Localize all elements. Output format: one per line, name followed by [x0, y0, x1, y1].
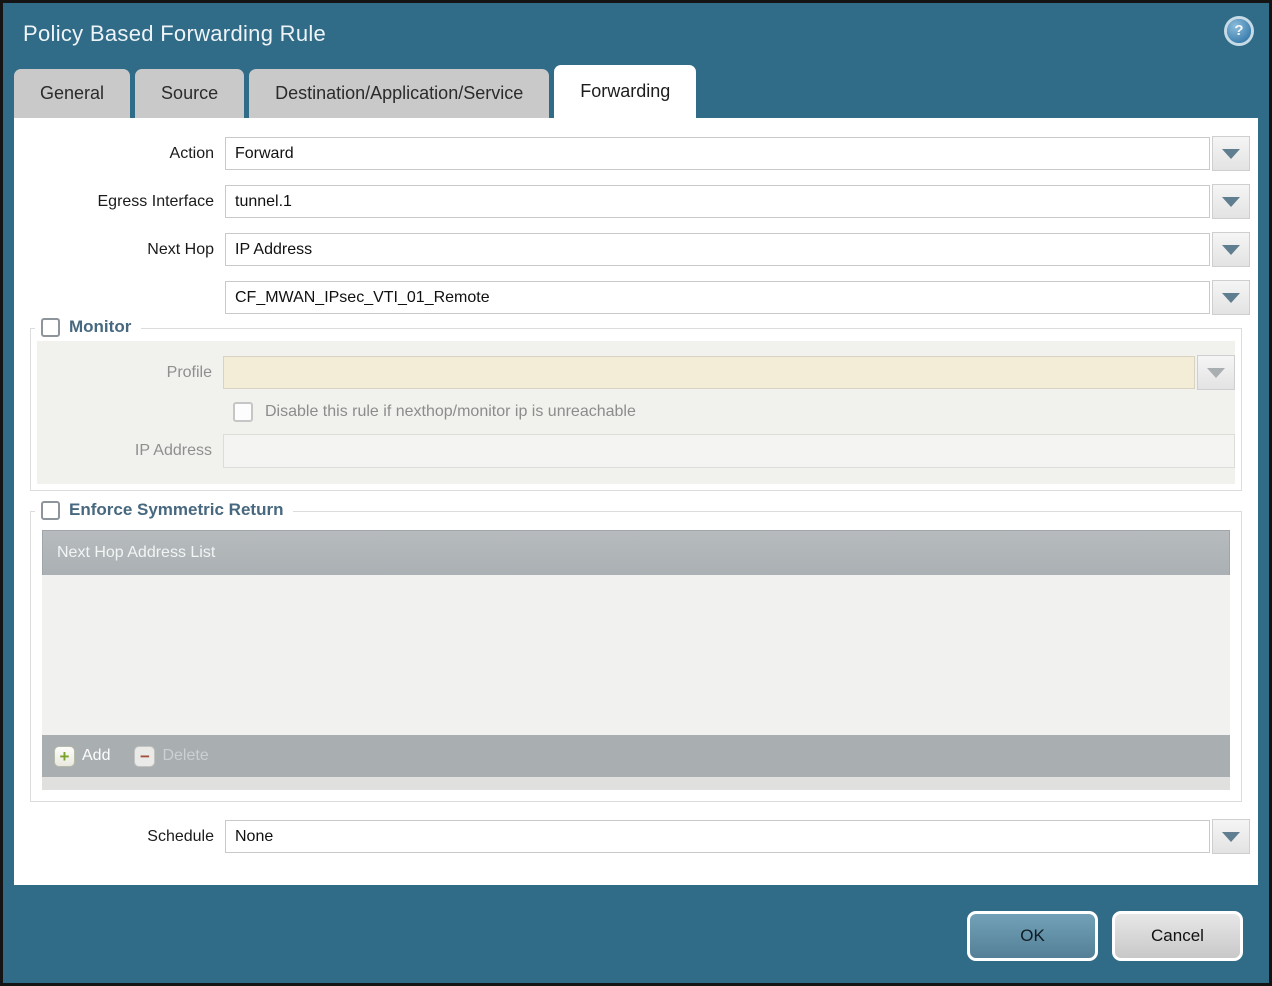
- monitor-fieldset: Monitor Profile Disable this rule if nex…: [30, 328, 1242, 491]
- next-hop-address-list-header: Next Hop Address List: [42, 530, 1230, 575]
- schedule-dropdown-button[interactable]: [1212, 819, 1250, 854]
- next-hop-label: Next Hop: [14, 241, 225, 259]
- monitor-ip-address-row: IP Address: [47, 434, 1235, 468]
- dialog-titlebar: Policy Based Forwarding Rule: [3, 3, 1269, 65]
- help-icon[interactable]: ?: [1227, 19, 1251, 43]
- next-hop-address-dropdown-button[interactable]: [1212, 280, 1250, 315]
- chevron-down-icon: [1222, 149, 1240, 159]
- enforce-symmetric-return-checkbox[interactable]: [41, 501, 60, 520]
- minus-icon: −: [134, 746, 155, 767]
- egress-interface-row: Egress Interface: [14, 184, 1250, 219]
- action-dropdown-button[interactable]: [1212, 136, 1250, 171]
- egress-interface-dropdown-button[interactable]: [1212, 184, 1250, 219]
- monitor-ip-address-input: [223, 434, 1235, 468]
- enforce-symmetric-return-legend: Enforce Symmetric Return: [35, 500, 293, 520]
- monitor-legend: Monitor: [35, 317, 141, 337]
- ok-button[interactable]: OK: [967, 911, 1098, 961]
- tab-source[interactable]: Source: [135, 69, 244, 118]
- monitor-checkbox[interactable]: [41, 318, 60, 337]
- disable-rule-label: Disable this rule if nexthop/monitor ip …: [265, 403, 636, 421]
- next-hop-address-list-body: [42, 575, 1230, 735]
- enforce-symmetric-return-legend-label: Enforce Symmetric Return: [69, 500, 283, 520]
- egress-interface-label: Egress Interface: [14, 193, 225, 211]
- action-row: Action: [14, 136, 1250, 171]
- plus-icon: +: [54, 746, 75, 767]
- tab-destination-application-service[interactable]: Destination/Application/Service: [249, 69, 549, 118]
- next-hop-address-input[interactable]: [225, 281, 1210, 314]
- action-input[interactable]: [225, 137, 1210, 170]
- chevron-down-icon: [1222, 197, 1240, 207]
- table-scrollbar-strip: [42, 777, 1230, 790]
- profile-label: Profile: [47, 364, 223, 382]
- dialog-title: Policy Based Forwarding Rule: [23, 21, 326, 47]
- schedule-input[interactable]: [225, 820, 1210, 853]
- chevron-down-icon: [1222, 832, 1240, 842]
- monitor-body: Profile Disable this rule if nexthop/mon…: [37, 341, 1235, 484]
- monitor-ip-address-label: IP Address: [47, 442, 223, 460]
- cancel-button[interactable]: Cancel: [1112, 911, 1243, 961]
- forwarding-tab-panel: Action Egress Interface Next Hop: [14, 118, 1258, 885]
- profile-row: Profile: [47, 355, 1235, 390]
- add-button-label: Add: [82, 747, 110, 765]
- next-hop-address-row: [14, 280, 1250, 315]
- next-hop-type-input[interactable]: [225, 233, 1210, 266]
- delete-button-label: Delete: [162, 747, 208, 765]
- dialog-footer: OK Cancel: [967, 911, 1243, 961]
- chevron-down-icon: [1207, 368, 1225, 378]
- tab-general[interactable]: General: [14, 69, 130, 118]
- chevron-down-icon: [1222, 245, 1240, 255]
- egress-interface-input[interactable]: [225, 185, 1210, 218]
- disable-rule-checkbox: [233, 402, 253, 422]
- next-hop-address-list-table: Next Hop Address List + Add − Delete: [42, 530, 1230, 790]
- profile-input: [223, 356, 1195, 389]
- enforce-symmetric-return-fieldset: Enforce Symmetric Return Next Hop Addres…: [30, 511, 1242, 802]
- policy-based-forwarding-dialog: Policy Based Forwarding Rule ? General S…: [0, 0, 1272, 986]
- chevron-down-icon: [1222, 293, 1240, 303]
- next-hop-dropdown-button[interactable]: [1212, 232, 1250, 267]
- tab-bar: General Source Destination/Application/S…: [14, 65, 1269, 118]
- schedule-row: Schedule: [14, 819, 1250, 854]
- profile-dropdown-button: [1197, 355, 1235, 390]
- disable-rule-row: Disable this rule if nexthop/monitor ip …: [233, 402, 1235, 422]
- monitor-legend-label: Monitor: [69, 317, 131, 337]
- schedule-label: Schedule: [14, 828, 225, 846]
- delete-button: − Delete: [134, 746, 208, 767]
- tab-forwarding[interactable]: Forwarding: [554, 65, 696, 118]
- next-hop-row: Next Hop: [14, 232, 1250, 267]
- action-label: Action: [14, 145, 225, 163]
- add-button[interactable]: + Add: [54, 746, 110, 767]
- next-hop-address-list-toolbar: + Add − Delete: [42, 735, 1230, 777]
